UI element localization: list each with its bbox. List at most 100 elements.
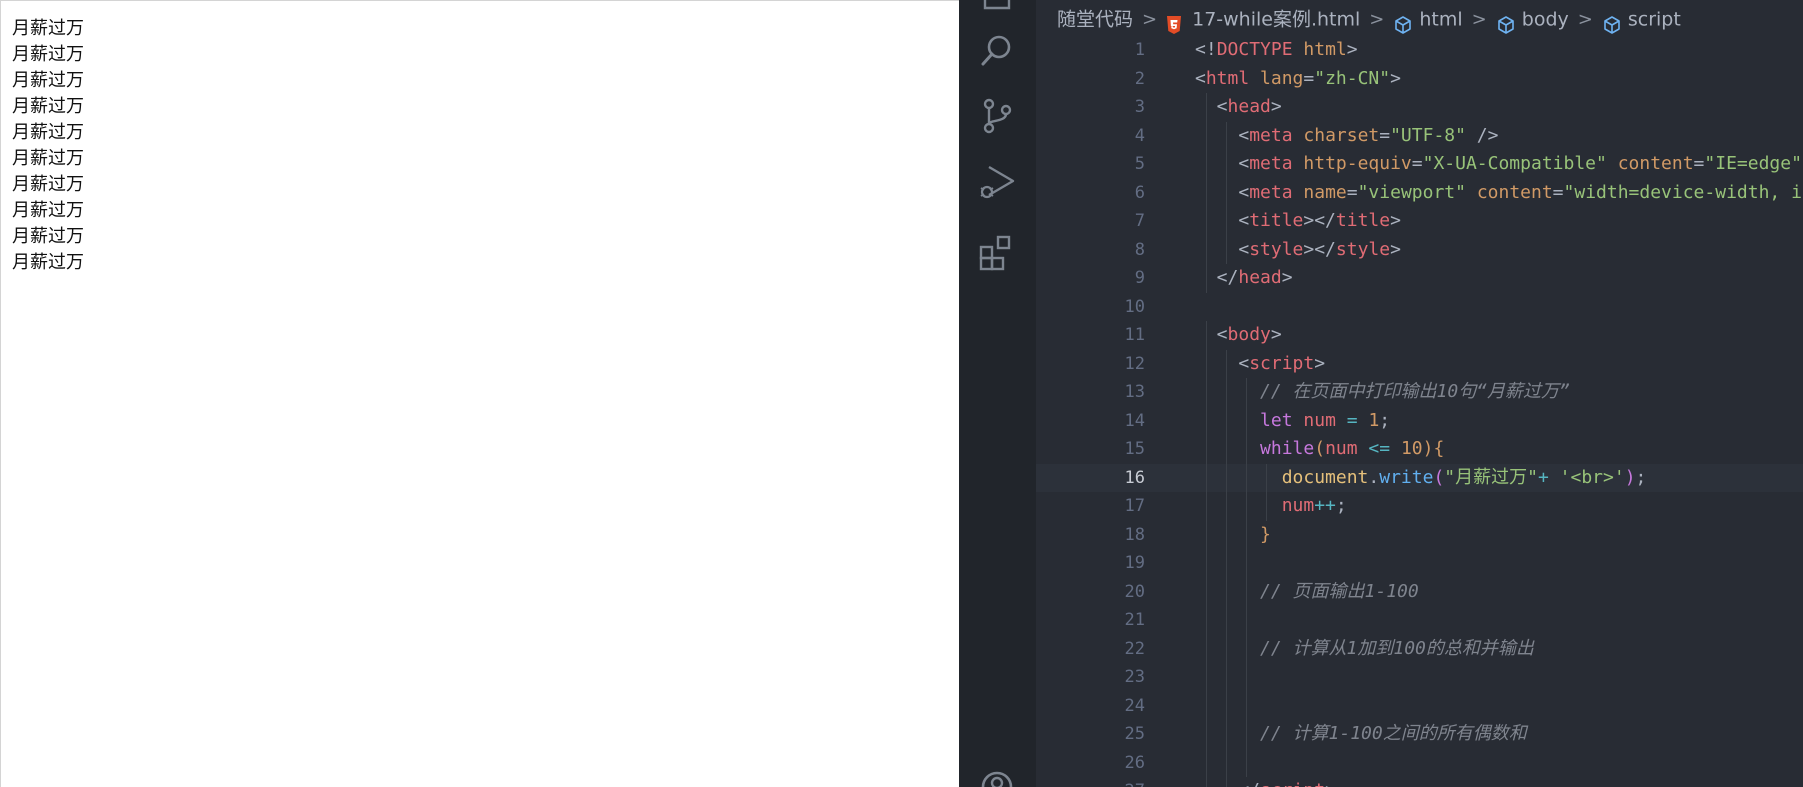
code-line[interactable]: 18 } [1036,520,1803,549]
code-token: } [1260,523,1271,545]
line-number: 24 [1124,695,1145,716]
code-token: num [1325,438,1358,459]
breadcrumb-node-body[interactable]: body [1522,9,1569,31]
line-number: 19 [1124,553,1145,573]
code-token: > [1390,238,1401,260]
source-control-icon[interactable] [977,96,1017,136]
code-editor: 随堂代码 >17-while案例.html > html > body > script 1 <… [959,0,1803,787]
code-token: < [1195,181,1250,203]
code-line[interactable]: 11 <body> [1036,321,1803,350]
code-text: while(num <= 10){ [1195,435,1444,464]
breadcrumb-folder[interactable]: 随堂代码 [1057,9,1133,31]
code-token: // 计算从1加到100的总和并输出 [1195,637,1534,659]
account-icon[interactable] [977,767,1017,787]
breadcrumb-separator: > [1142,8,1158,30]
element-cube-icon [1602,10,1622,34]
line-number: 22 [1124,638,1145,659]
breadcrumb-node-script[interactable]: script [1628,9,1681,31]
code-token: body [1227,324,1271,345]
code-line[interactable]: 6 <meta name="viewport" content="width=d… [1036,178,1803,207]
code-token: 10 [1400,438,1423,459]
code-line[interactable]: 17 num++; [1036,492,1803,521]
code-token: ; [1335,495,1347,516]
code-line[interactable]: 9 </head> [1036,264,1803,293]
code-line[interactable]: 15 while(num <= 10){ [1036,435,1803,464]
code-line[interactable]: 23 [1036,663,1803,692]
code-line[interactable]: 22 // 计算从1加到100的总和并输出 [1036,634,1803,663]
line-number: 3 [1134,97,1145,117]
breadcrumb-separator: > [1577,8,1593,30]
indent-guide [1226,606,1227,635]
code-token: ++ [1314,495,1336,516]
code-token: style [1335,238,1391,260]
indent-guide [1226,663,1227,692]
code-line[interactable]: 26 [1036,748,1803,777]
code-token: < [1195,96,1228,117]
explorer-icon[interactable] [977,0,1017,22]
code-line[interactable]: 20 // 页面输出1-100 [1036,577,1803,606]
code-token: html [1303,39,1347,60]
breadcrumb-separator: > [1369,8,1385,30]
breadcrumb-node-html[interactable]: html [1419,9,1462,31]
code-token: "IE=edge" [1704,153,1802,174]
extensions-icon[interactable] [977,233,1017,273]
code-line[interactable]: 27 </script> [1036,777,1803,787]
code-token: // 页面输出1-100 [1195,580,1419,602]
code-line[interactable]: 10 [1036,293,1803,322]
code-token: head [1227,96,1271,117]
code-token: < [1195,210,1250,231]
code-text: <html lang="zh-CN"> [1195,65,1401,94]
code-line[interactable]: 7 <title></title> [1036,207,1803,236]
code-token: DOCTYPE [1216,39,1293,60]
line-number: 2 [1134,68,1145,89]
code-text: document.write("月薪过万"+ '<br>'); [1195,464,1647,493]
code-token: </ [1195,267,1239,288]
output-line: 月薪过万 [12,226,84,247]
code-token: // 在页面中打印输出10句“月薪过万” [1195,381,1570,402]
code-line[interactable]: 21 [1036,606,1803,635]
line-number: 20 [1124,581,1145,602]
code-token: > [1390,210,1401,231]
code-line[interactable]: 19 [1036,549,1803,578]
code-text: <head> [1195,93,1282,122]
code-line[interactable]: 2 <html lang="zh-CN"> [1036,65,1803,94]
code-text: </head> [1195,264,1293,293]
line-number: 1 [1134,40,1145,60]
code-token: "viewport" [1357,181,1466,203]
search-icon[interactable] [977,31,1017,71]
code-line[interactable]: 5 <meta http-equiv="X-UA-Compatible" con… [1036,150,1803,179]
code-token: < [1195,238,1250,260]
output-line: 月薪过万 [12,148,84,169]
code-token: 1 [1368,409,1380,431]
code-area[interactable]: 1 <!DOCTYPE html> 2 <html lang="zh-CN"> 3 <h… [1036,36,1803,787]
code-line[interactable]: 14 let num = 1; [1036,406,1803,435]
code-token: ( [1314,438,1326,459]
code-token: "zh-CN" [1314,67,1391,89]
breadcrumb-file[interactable]: 17-while案例.html [1192,9,1360,31]
breadcrumb: 随堂代码 >17-while案例.html > html > body > script [1057,0,1681,38]
code-line[interactable]: 3 <head> [1036,93,1803,122]
code-line[interactable]: 4 <meta charset="UTF-8" /> [1036,121,1803,150]
line-number: 8 [1134,239,1145,260]
line-number: 26 [1124,752,1145,773]
browser-viewport: 月薪过万 月薪过万 月薪过万 月薪过万 月薪过万 月薪过万 月薪过万 月薪过万 月薪过万 月薪过万 [0,0,959,787]
code-line[interactable]: 12 <script> [1036,349,1803,378]
code-line[interactable]: 1 <!DOCTYPE html> [1036,36,1803,65]
run-debug-icon[interactable] [977,162,1017,202]
code-line[interactable]: 16 document.write("月薪过万"+ '<br>'); [1036,463,1803,493]
code-line[interactable]: 8 <style></style> [1036,235,1803,264]
code-line[interactable]: 25 // 计算1-100之间的所有偶数和 [1036,720,1803,749]
output-line: 月薪过万 [12,96,84,117]
code-token: ; [1379,409,1391,431]
code-token: script [1260,780,1325,787]
line-number: 25 [1124,724,1145,744]
indent-guide [1246,606,1247,635]
code-token: "月薪过万" [1444,466,1538,488]
code-line[interactable]: 24 [1036,691,1803,720]
code-line[interactable]: 13 // 在页面中打印输出10句“月薪过万” [1036,378,1803,407]
